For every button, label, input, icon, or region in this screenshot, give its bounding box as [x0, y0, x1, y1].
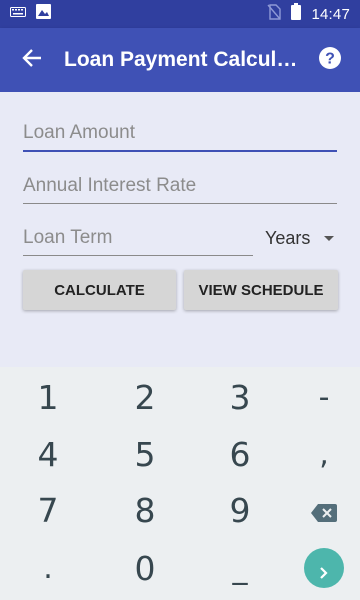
svg-text:?: ?	[325, 50, 335, 67]
backspace-key[interactable]	[279, 481, 360, 539]
interest-rate-field[interactable]	[23, 164, 337, 203]
go-button[interactable]	[304, 548, 344, 588]
clock-time: 14:47	[311, 5, 350, 23]
loan-amount-field-container	[23, 112, 337, 152]
key-7[interactable]: 7	[3, 481, 93, 539]
key-4[interactable]: 4	[3, 425, 93, 483]
loan-term-field-container	[23, 216, 253, 256]
app-bar: Loan Payment Calcul… ?	[0, 28, 360, 92]
loan-form: Years CALCULATE VIEW SCHEDULE	[0, 92, 360, 367]
key-space[interactable]: _	[195, 539, 285, 597]
key-3[interactable]: 3	[195, 368, 285, 426]
key-comma[interactable]: ,	[279, 425, 360, 483]
status-bar: 14:47	[0, 0, 360, 28]
loan-amount-field[interactable]	[23, 112, 337, 150]
loan-term-field[interactable]	[23, 216, 253, 255]
help-button[interactable]: ?	[300, 28, 360, 92]
key-2[interactable]: 2	[100, 368, 190, 426]
no-sim-icon	[267, 3, 282, 25]
key-8[interactable]: 8	[100, 481, 190, 539]
help-icon: ?	[318, 46, 342, 75]
term-unit-dropdown[interactable]: Years	[265, 220, 340, 256]
calculate-button[interactable]: CALCULATE	[23, 270, 176, 310]
term-unit-value: Years	[265, 227, 311, 248]
key-1[interactable]: 1	[3, 368, 93, 426]
interest-rate-field-container	[23, 164, 337, 204]
back-button[interactable]	[0, 28, 64, 92]
key-minus[interactable]: -	[279, 368, 360, 426]
dropdown-arrow-icon	[324, 235, 334, 241]
image-icon	[36, 4, 51, 24]
go-key[interactable]	[279, 539, 360, 597]
chevron-right-icon	[317, 549, 331, 588]
keyboard-icon	[10, 5, 26, 23]
backspace-icon	[311, 491, 337, 530]
arrow-back-icon	[22, 48, 42, 73]
key-0[interactable]: 0	[100, 539, 190, 597]
key-6[interactable]: 6	[195, 425, 285, 483]
key-5[interactable]: 5	[100, 425, 190, 483]
view-schedule-button[interactable]: VIEW SCHEDULE	[184, 270, 338, 310]
numeric-keyboard: 1 2 3 - 4 5 6 , 7 8 9 . 0 _	[0, 367, 360, 600]
page-title: Loan Payment Calcul…	[64, 48, 298, 71]
battery-icon	[291, 3, 302, 25]
key-9[interactable]: 9	[195, 481, 285, 539]
key-period[interactable]: .	[3, 539, 93, 597]
